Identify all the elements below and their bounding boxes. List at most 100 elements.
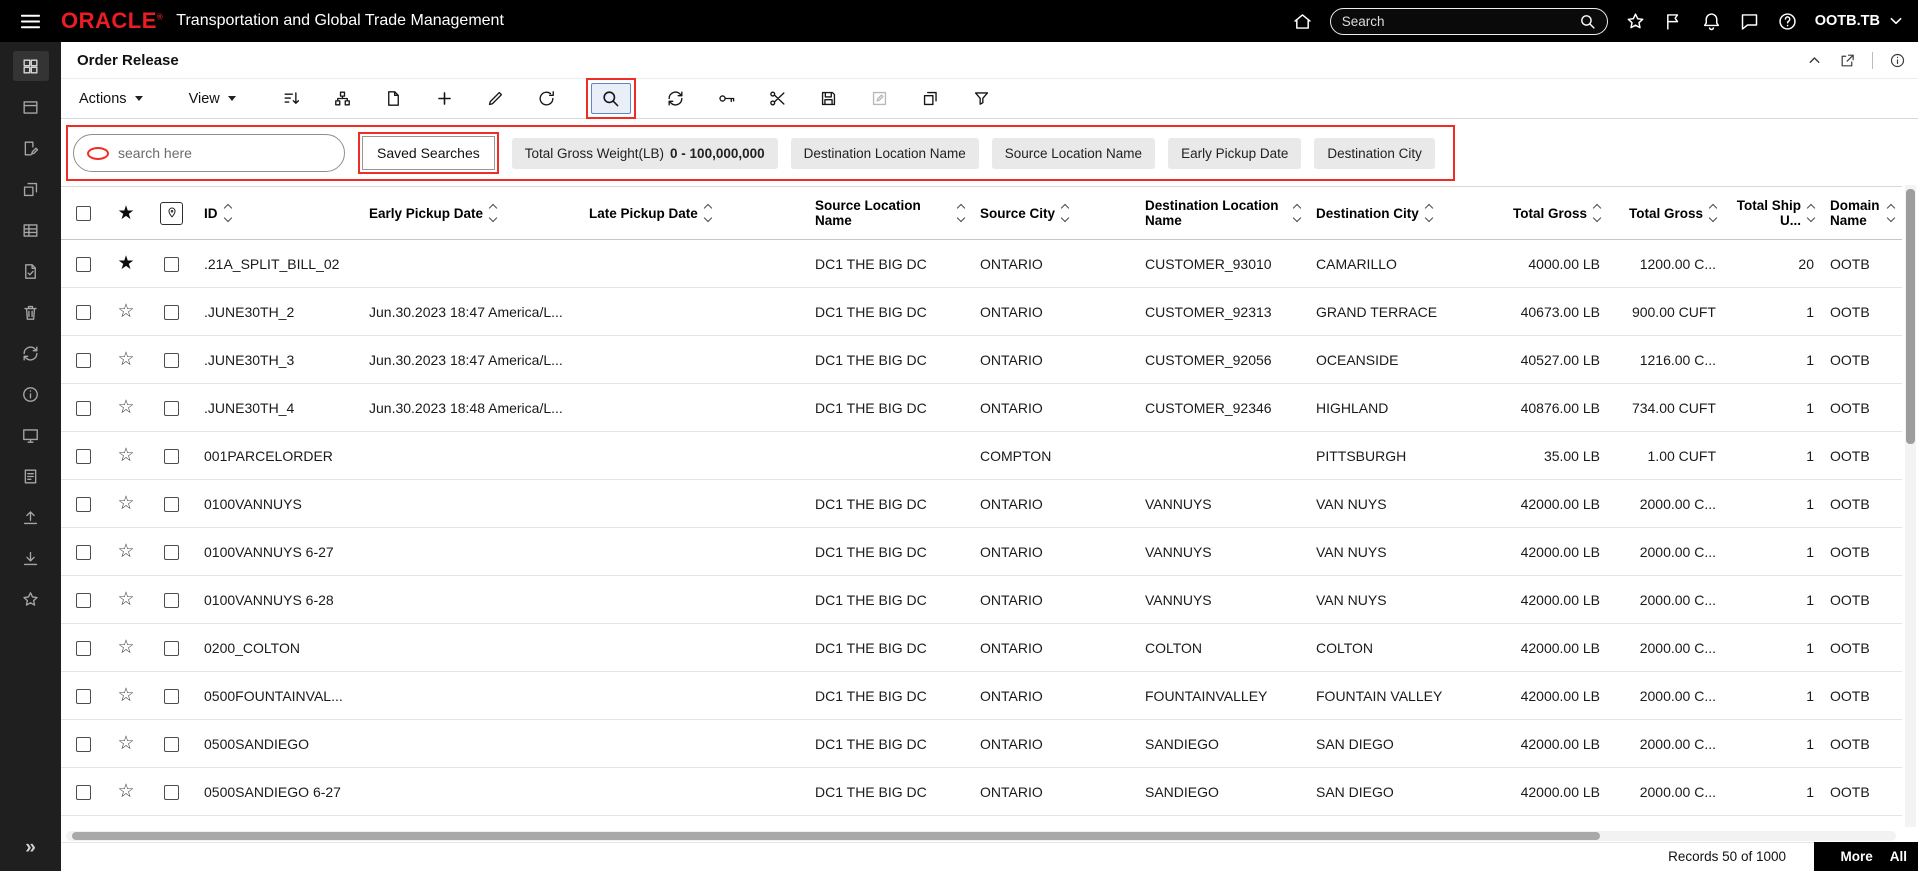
filter-button[interactable] [968,85,995,112]
sidebar-item-download-icon[interactable] [13,543,49,573]
row-checkbox[interactable] [76,449,91,464]
row-flag-checkbox[interactable] [164,545,179,560]
row-checkbox[interactable] [76,641,91,656]
saved-searches-button[interactable]: Saved Searches [362,136,495,170]
hierarchy-button[interactable] [329,85,356,112]
cell-id[interactable]: 001PARCELORDER [196,432,361,480]
row-checkbox[interactable] [76,689,91,704]
row-flag-checkbox[interactable] [164,737,179,752]
process-button[interactable] [533,85,560,112]
cell-id[interactable]: 0500SANDIEGO [196,720,361,768]
vertical-scrollbar-thumb[interactable] [1906,189,1915,444]
sidebar-item-favorites-icon[interactable] [13,584,49,614]
sort-icon[interactable] [1294,205,1300,221]
hamburger-menu-button[interactable] [0,10,61,33]
cell-id[interactable]: .JUNE30TH_4 [196,384,361,432]
sidebar-item-edit-document-icon[interactable] [13,133,49,163]
filter-chip[interactable]: Destination Location Name [791,138,979,169]
favorite-star-icon[interactable]: ☆ [117,636,134,658]
sidebar-expand-button[interactable]: » [25,837,36,859]
sort-icon[interactable] [705,205,711,221]
sort-icon[interactable] [1710,205,1716,221]
export-button[interactable] [917,85,944,112]
row-checkbox[interactable] [76,593,91,608]
favorite-star-icon[interactable]: ☆ [117,396,134,418]
row-flag-checkbox[interactable] [164,641,179,656]
map-pin-button[interactable] [160,202,183,225]
favorites-icon[interactable] [1625,11,1646,32]
sidebar-item-report-icon[interactable] [13,461,49,491]
column-header-total_gross_volume[interactable]: Total Gross [1608,187,1724,240]
sort-icon[interactable] [1808,205,1814,221]
horizontal-scrollbar-thumb[interactable] [72,832,1600,840]
filter-chip[interactable]: Destination City [1314,138,1435,169]
messages-icon[interactable] [1739,11,1760,32]
save-button[interactable] [815,85,842,112]
sidebar-item-grid-icon[interactable] [13,51,49,81]
column-header-early_pickup_date[interactable]: Early Pickup Date [361,187,581,240]
favorite-star-icon[interactable]: ☆ [117,348,134,370]
column-header-destination_location_name[interactable]: Destination Location Name [1137,187,1308,240]
filter-chip[interactable]: Source Location Name [992,138,1155,169]
row-flag-checkbox[interactable] [164,401,179,416]
row-flag-checkbox[interactable] [164,449,179,464]
row-flag-checkbox[interactable] [164,257,179,272]
sidebar-item-trash-icon[interactable] [13,297,49,327]
scissors-button[interactable] [764,85,791,112]
notifications-bell-icon[interactable] [1701,11,1722,32]
tab-order-release[interactable]: Order Release [69,52,187,69]
cell-id[interactable]: .JUNE30TH_2 [196,288,361,336]
key-button[interactable] [713,85,740,112]
sort-icon[interactable] [490,205,496,221]
filter-chip[interactable]: Early Pickup Date [1168,138,1301,169]
sidebar-item-monitor-icon[interactable] [13,420,49,450]
row-checkbox[interactable] [76,545,91,560]
help-icon[interactable] [1777,11,1798,32]
info-icon[interactable] [1889,52,1906,69]
column-header-domain_name[interactable]: Domain Name [1822,187,1902,240]
sidebar-item-table-icon[interactable] [13,215,49,245]
column-header-late_pickup_date[interactable]: Late Pickup Date [581,187,807,240]
column-header-id[interactable]: ID [196,187,361,240]
filter-chip[interactable]: Total Gross Weight(LB)0 - 100,000,000 [512,138,778,169]
sidebar-item-copy-icon[interactable] [13,174,49,204]
sidebar-item-refresh-icon[interactable] [13,338,49,368]
favorite-star-icon[interactable]: ☆ [117,300,134,322]
row-checkbox[interactable] [76,257,91,272]
user-menu[interactable]: OOTB.TB [1815,13,1904,29]
collapse-icon[interactable] [1806,52,1823,69]
favorite-star-icon[interactable]: ☆ [117,492,134,514]
sort-icon[interactable] [958,205,964,221]
sort-columns-button[interactable] [278,85,305,112]
cell-id[interactable]: 0500SANDIEGO 6-27 [196,768,361,816]
row-checkbox[interactable] [76,401,91,416]
sort-icon[interactable] [1062,205,1068,221]
favorite-star-icon[interactable]: ☆ [117,540,134,562]
favorite-star-icon[interactable]: ☆ [117,444,134,466]
row-flag-checkbox[interactable] [164,785,179,800]
favorite-header-star-icon[interactable]: ★ [117,202,134,224]
refresh-button[interactable] [662,85,689,112]
row-flag-checkbox[interactable] [164,689,179,704]
cell-id[interactable]: .JUNE30TH_3 [196,336,361,384]
sidebar-item-workbench-icon[interactable] [13,92,49,122]
cell-id[interactable]: 0100VANNUYS [196,480,361,528]
cell-id[interactable]: 0200_COLTON [196,624,361,672]
row-checkbox[interactable] [76,305,91,320]
horizontal-scrollbar[interactable] [66,831,1896,841]
table-search-input[interactable] [118,145,331,161]
column-header-destination_city[interactable]: Destination City [1308,187,1492,240]
sidebar-item-info-icon[interactable] [13,379,49,409]
open-window-icon[interactable] [1839,52,1856,69]
favorite-star-icon[interactable]: ☆ [117,684,134,706]
sort-icon[interactable] [1888,205,1894,221]
row-checkbox[interactable] [76,737,91,752]
search-icon[interactable] [1579,13,1596,30]
sidebar-item-upload-icon[interactable] [13,502,49,532]
sidebar-item-document-check-icon[interactable] [13,256,49,286]
select-all-checkbox[interactable] [76,206,91,221]
row-checkbox[interactable] [76,785,91,800]
cell-id[interactable]: .21A_SPLIT_BILL_02 [196,240,361,288]
cell-id[interactable]: 0500FOUNTAINVAL... [196,672,361,720]
global-search-input[interactable] [1342,14,1579,29]
